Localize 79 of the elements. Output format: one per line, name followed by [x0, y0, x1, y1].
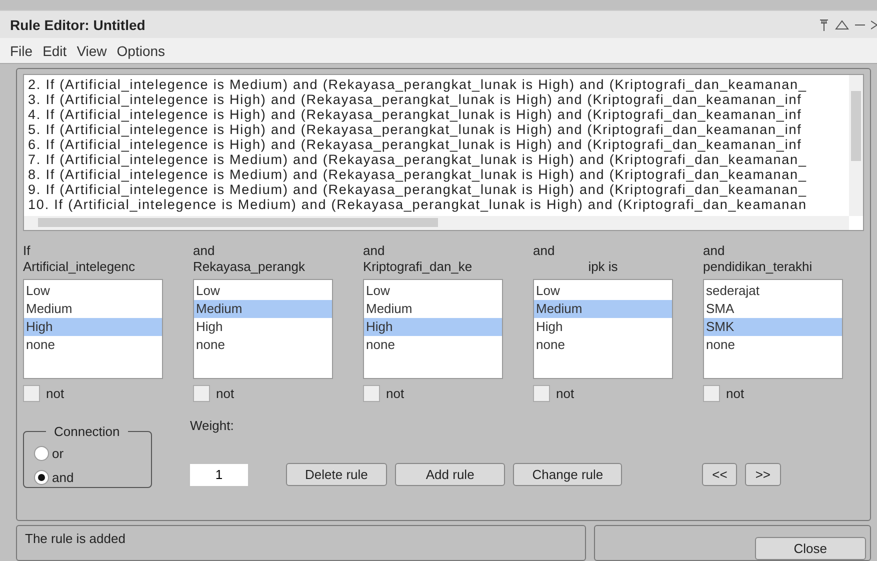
horizontal-scrollbar[interactable] [24, 216, 849, 230]
variable-label: pendidikan_terakhi [703, 259, 814, 275]
list-option[interactable]: High [194, 318, 332, 336]
nav-button[interactable]: << [702, 463, 738, 486]
variable-label: Artificial_intelegenc [23, 259, 136, 275]
list-option[interactable]: High [364, 318, 502, 336]
nav-button[interactable]: >> [745, 463, 780, 486]
menu-item[interactable]: File [10, 42, 33, 58]
not-checkbox[interactable] [533, 385, 550, 402]
radio-label: and [52, 470, 74, 484]
status-message: The rule is added [16, 525, 586, 561]
connection-label: Connection [53, 424, 121, 439]
list-option[interactable]: Medium [534, 300, 672, 318]
radio-button[interactable] [34, 446, 49, 460]
rule-item[interactable]: 3. If (Artificial_intelegence is High) and (Rekayasa_perangkat_lunak is High) and (Kriptografi_dan_keamanan_inf [28, 92, 845, 107]
membership-list[interactable]: Low Medium High none [363, 279, 503, 379]
not-label: not [556, 386, 574, 401]
list-option[interactable]: High [24, 318, 162, 336]
list-option[interactable]: none [364, 336, 502, 354]
rule-item[interactable]: 4. If (Artificial_intelegence is High) and (Rekayasa_perangkat_lunak is High) and (Kriptografi_dan_keamanan_inf [28, 107, 845, 122]
rule-list[interactable] [23, 74, 864, 231]
rule-item[interactable]: 6. If (Artificial_intelegence is High) and (Rekayasa_perangkat_lunak is High) and (Kriptografi_dan_keamanan_inf [28, 137, 845, 152]
not-label: not [386, 386, 404, 401]
membership-list[interactable]: Low Medium High none [193, 279, 333, 379]
vertical-scrollbar[interactable] [849, 75, 863, 216]
radio-button[interactable] [34, 470, 49, 484]
list-option[interactable]: Low [24, 282, 162, 300]
list-option[interactable]: Medium [194, 300, 332, 318]
not-checkbox[interactable] [23, 385, 40, 402]
rule-button[interactable]: Add rule [394, 463, 506, 486]
membership-list[interactable]: Low Medium High none [533, 279, 673, 379]
list-option[interactable]: none [194, 336, 332, 354]
list-option[interactable]: none [704, 336, 842, 354]
window-title: Rule Editor: Untitled [10, 16, 146, 32]
connector-label: and [703, 243, 726, 259]
menu-item[interactable]: View [76, 42, 107, 58]
rule-item[interactable]: 5. If (Artificial_intelegence is High) and (Rekayasa_perangkat_lunak is High) and (Kriptografi_dan_keamanan_inf [28, 122, 845, 137]
list-option[interactable]: Low [534, 282, 672, 300]
radio-label: or [52, 446, 64, 460]
membership-list[interactable]: Low Medium High none [23, 279, 163, 379]
list-option[interactable]: Low [364, 282, 502, 300]
weight-field[interactable]: 1 [190, 464, 248, 486]
not-label: not [46, 386, 64, 401]
connector-label: and [533, 243, 556, 259]
not-checkbox[interactable] [193, 385, 210, 402]
list-option[interactable]: High [534, 318, 672, 336]
membership-list[interactable]: sederajat SMA SMK none [703, 279, 843, 379]
rule-item[interactable]: 10. If (Artificial_intelegence is Medium) and (Rekayasa_perangkat_lunak is High) and (Kriptografi_dan_keamanan [28, 197, 845, 212]
list-option[interactable]: none [534, 336, 672, 354]
rule-item[interactable]: 8. If (Artificial_intelegence is Medium) and (Rekayasa_perangkat_lunak is High) and (Kriptografi_dan_keamanan_ [28, 167, 845, 182]
connector-label: If [23, 243, 32, 259]
maximize-icon[interactable] [835, 20, 849, 30]
not-label: not [726, 386, 744, 401]
variable-label: Rekayasa_perangk [193, 259, 306, 275]
list-option[interactable]: none [24, 336, 162, 354]
rule-item[interactable]: 2. If (Artificial_intelegence is Medium) and (Rekayasa_perangkat_lunak is High) and (Kriptografi_dan_keamanan_ [28, 77, 845, 92]
connector-label: and [363, 243, 386, 259]
list-option[interactable]: Medium [364, 300, 502, 318]
close-button[interactable]: Close [754, 537, 866, 560]
list-option[interactable]: SMA [704, 300, 842, 318]
list-option[interactable]: SMK [704, 318, 842, 336]
list-option[interactable]: Low [194, 282, 332, 300]
menu-item[interactable]: Edit [42, 42, 67, 58]
rule-button[interactable]: Change rule [513, 463, 622, 486]
close-icon[interactable] [871, 20, 877, 30]
weight-label: Weight: [190, 418, 235, 433]
list-option[interactable]: Medium [24, 300, 162, 318]
not-label: not [216, 386, 234, 401]
rule-item[interactable]: 7. If (Artificial_intelegence is Medium) and (Rekayasa_perangkat_lunak is High) and (Kriptografi_dan_keamanan_ [28, 152, 845, 167]
variable-label: Kriptografi_dan_ke [363, 259, 474, 275]
rule-item[interactable]: 9. If (Artificial_intelegence is Medium) and (Rekayasa_perangkat_lunak is High) and (Kriptografi_dan_keamanan_ [28, 182, 845, 197]
pin-icon[interactable] [819, 18, 829, 30]
list-option[interactable]: sederajat [704, 282, 842, 300]
connector-label: and [193, 243, 216, 259]
menu-item[interactable]: Options [116, 42, 166, 58]
not-checkbox[interactable] [363, 385, 380, 402]
variable-label: ipk is [587, 259, 619, 275]
not-checkbox[interactable] [703, 385, 720, 402]
rule-button[interactable]: Delete rule [286, 463, 387, 486]
